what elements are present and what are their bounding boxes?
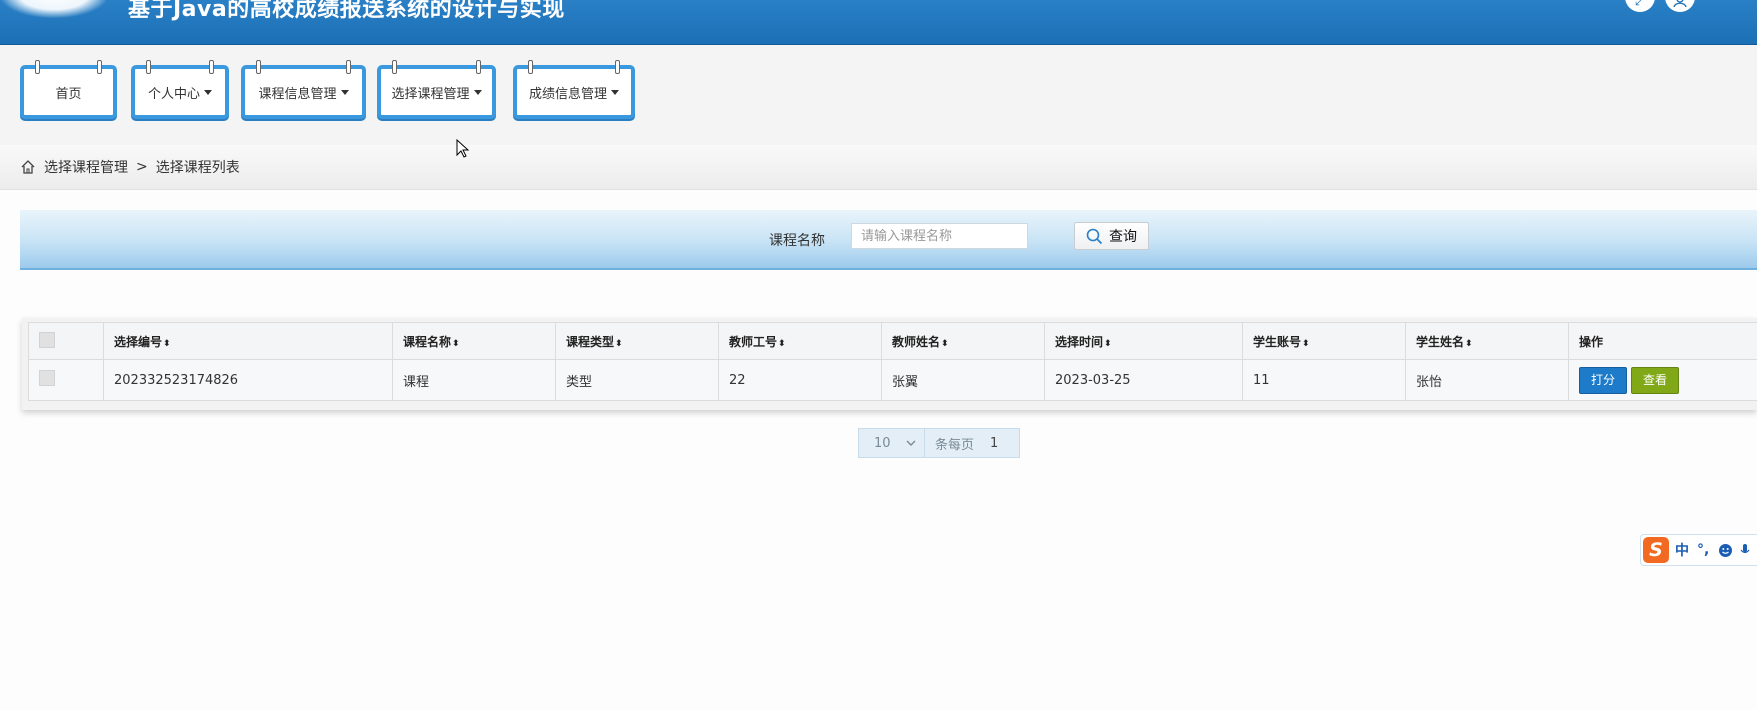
nav-label: 个人中心 (147, 86, 200, 102)
per-page-label: 条每页 (935, 437, 975, 453)
table-header-row: 选择编号⬍ 课程名称⬍ 课程类型⬍ 教师工号⬍ 教师姓名⬍ 选择时间⬍ 学生账号… (28, 322, 1757, 360)
nav-course-selection[interactable]: 选择课程管理 (377, 60, 496, 119)
course-name-search-input[interactable] (851, 223, 1028, 249)
top-nav: 首页 个人中心 课程信息管理 选择课程管理 成绩信息管理 (0, 45, 1757, 145)
app-title: 基于Java的高校成绩报送系统的设计与实现 (128, 0, 565, 22)
cell-teacher-name: 张翼 (881, 359, 1045, 401)
page-size-select[interactable]: 10 (859, 429, 925, 457)
page-number[interactable]: 1 (990, 436, 998, 451)
sort-icon: ⬍ (1465, 338, 1473, 349)
ime-punctuation[interactable]: °, (1697, 542, 1709, 558)
row-checkbox[interactable] (28, 359, 104, 401)
column-header[interactable]: 课程名称⬍ (392, 322, 556, 360)
score-button[interactable]: 打分 (1579, 366, 1628, 394)
cell-course-type: 类型 (555, 359, 719, 401)
caret-down-icon (340, 89, 349, 95)
course-selection-table: 选择编号⬍ 课程名称⬍ 课程类型⬍ 教师工号⬍ 教师姓名⬍ 选择时间⬍ 学生账号… (28, 322, 1757, 401)
nav-course-info[interactable]: 课程信息管理 (241, 60, 366, 119)
search-panel: 课程名称 查询 (20, 210, 1757, 270)
column-header[interactable]: 学生姓名⬍ (1405, 322, 1569, 360)
emoji-icon[interactable] (1718, 543, 1733, 558)
user-icon[interactable] (1665, 0, 1695, 12)
breadcrumb-separator: > (136, 159, 148, 175)
ime-toolbar[interactable]: S 中 °, (1640, 534, 1757, 566)
column-header[interactable]: 选择时间⬍ (1044, 322, 1243, 360)
cell-course-name: 课程 (392, 359, 556, 401)
nav-label: 课程信息管理 (258, 86, 337, 102)
view-button[interactable]: 查看 (1631, 366, 1680, 394)
cell-teacher-no: 22 (718, 359, 882, 401)
sort-icon: ⬍ (615, 338, 623, 349)
table-row: 202332523174826 课程 类型 22 张翼 2023-03-25 1… (28, 359, 1757, 401)
select-all-checkbox[interactable] (28, 322, 104, 360)
caret-down-icon (204, 89, 212, 95)
caret-down-icon (473, 89, 482, 95)
sort-icon: ⬍ (1302, 338, 1310, 349)
caret-down-icon (611, 89, 619, 95)
nav-label: 首页 (55, 86, 82, 102)
sort-icon: ⬍ (1104, 338, 1112, 349)
sort-icon: ⬍ (163, 338, 171, 349)
nav-label: 选择课程管理 (391, 86, 470, 102)
table-container: 选择编号⬍ 课程名称⬍ 课程类型⬍ 教师工号⬍ 教师姓名⬍ 选择时间⬍ 学生账号… (22, 318, 1757, 410)
fullscreen-icon[interactable]: ⤢ (1625, 0, 1655, 12)
ime-mode[interactable]: 中 (1675, 540, 1689, 560)
cell-select-time: 2023-03-25 (1044, 359, 1243, 401)
query-button-label: 查询 (1109, 229, 1137, 245)
cell-student-account: 11 (1242, 359, 1406, 401)
column-header[interactable]: 选择编号⬍ (103, 322, 393, 360)
home-icon[interactable] (20, 159, 36, 175)
chevron-down-icon (906, 440, 916, 446)
breadcrumb-parent[interactable]: 选择课程管理 (44, 157, 128, 177)
sogou-logo-icon: S (1643, 537, 1669, 563)
microphone-icon[interactable] (1740, 543, 1750, 558)
search-icon (1086, 228, 1103, 244)
mouse-cursor (456, 139, 470, 158)
column-header[interactable]: 教师工号⬍ (718, 322, 882, 360)
column-header[interactable]: 学生账号⬍ (1242, 322, 1406, 360)
pagination: 10 条每页 1 (858, 428, 1020, 458)
sort-icon: ⬍ (778, 338, 786, 349)
column-header[interactable]: 教师姓名⬍ (881, 322, 1045, 360)
cell-student-name: 张怡 (1405, 359, 1569, 401)
nav-personal-center[interactable]: 个人中心 (131, 60, 229, 119)
cell-actions: 打分 查看 (1568, 359, 1757, 401)
title-bar: 基于Java的高校成绩报送系统的设计与实现 ⤢ (0, 0, 1757, 45)
breadcrumb: 选择课程管理 > 选择课程列表 (0, 145, 1757, 190)
cloud-logo (0, 0, 108, 18)
query-button[interactable]: 查询 (1074, 222, 1149, 250)
page-size-value: 10 (874, 435, 891, 451)
nav-grade-info[interactable]: 成绩信息管理 (513, 60, 635, 119)
column-header-actions: 操作 (1568, 322, 1757, 360)
column-header[interactable]: 课程类型⬍ (555, 322, 719, 360)
search-label: 课程名称 (769, 233, 825, 249)
sort-icon: ⬍ (941, 338, 949, 349)
nav-home[interactable]: 首页 (20, 60, 117, 119)
cell-selection-id: 202332523174826 (103, 359, 393, 401)
sort-icon: ⬍ (452, 338, 460, 349)
breadcrumb-current: 选择课程列表 (155, 160, 240, 176)
nav-label: 成绩信息管理 (528, 86, 607, 102)
